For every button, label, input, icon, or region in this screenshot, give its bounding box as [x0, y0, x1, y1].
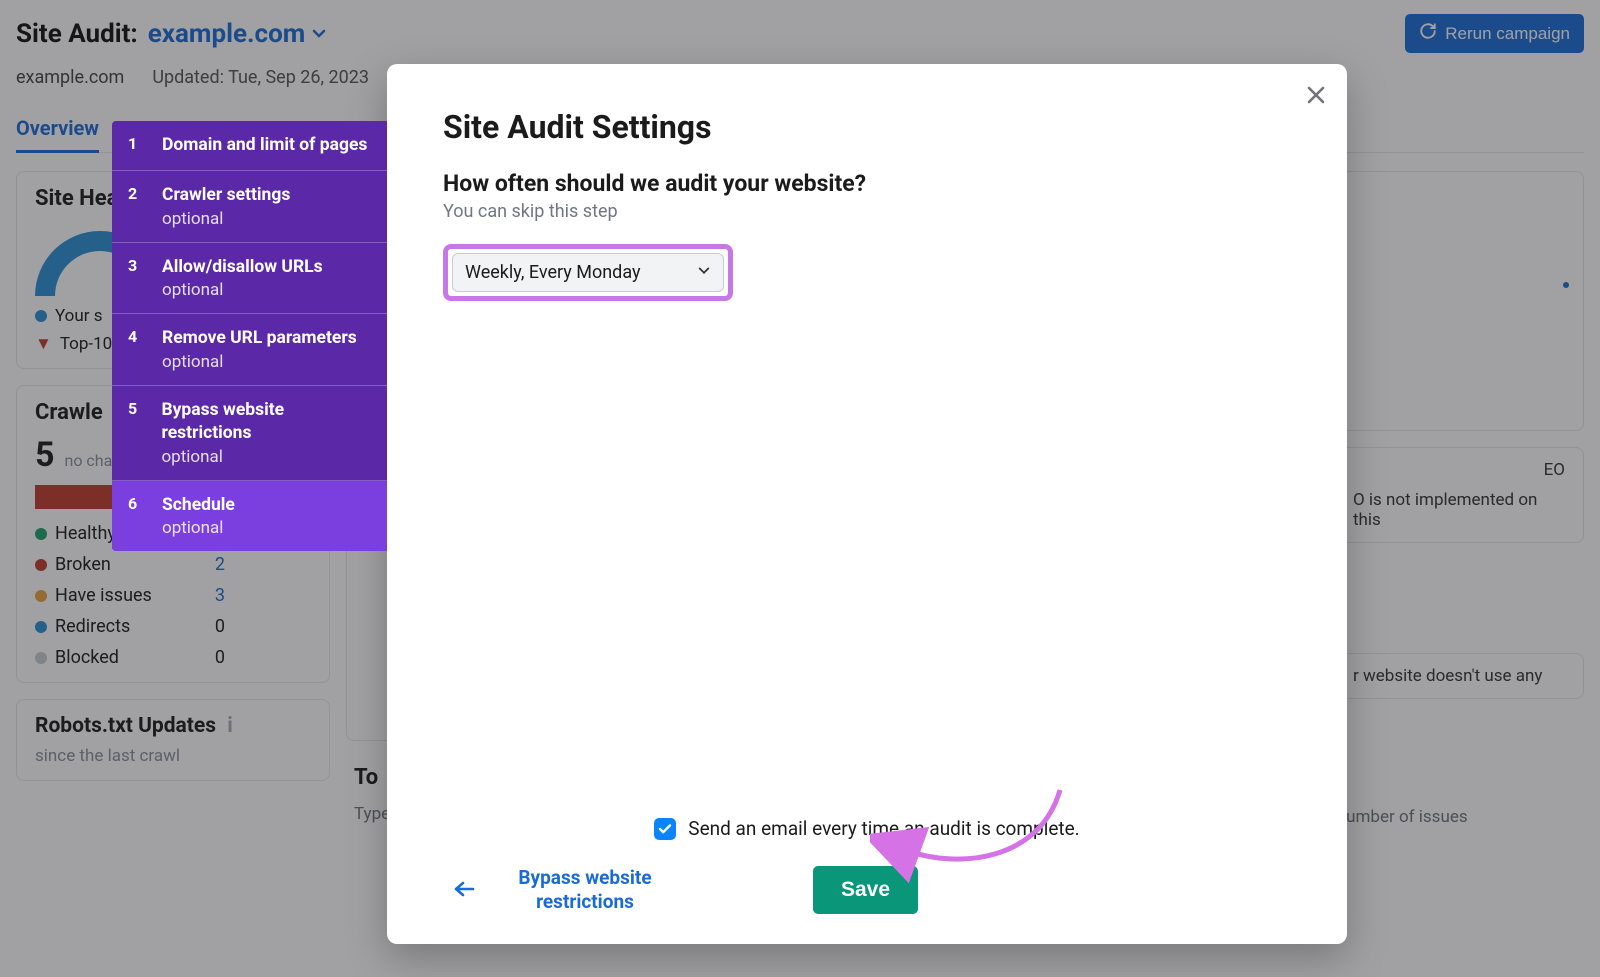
email-label: Send an email every time an audit is com…: [688, 817, 1079, 840]
wizard-step-1[interactable]: 1 Domain and limit of pages: [112, 121, 387, 171]
modal-body: Site Audit Settings How often should we …: [387, 64, 1347, 944]
settings-modal: Site Audit Settings How often should we …: [387, 64, 1347, 944]
wizard-step-3[interactable]: 3 Allow/disallow URLsoptional: [112, 243, 387, 315]
check-icon: [658, 822, 672, 836]
wizard-step-5[interactable]: 5 Bypass website restrictionsoptional: [112, 386, 387, 481]
close-icon: [1305, 84, 1327, 106]
back-label: Bypass website restrictions: [505, 866, 665, 914]
arrow-left-icon: [453, 879, 475, 902]
modal-subtitle: How often should we audit your website?: [443, 170, 1291, 197]
modal-title: Site Audit Settings: [443, 108, 1291, 146]
save-button[interactable]: Save: [813, 866, 918, 914]
close-button[interactable]: [1305, 84, 1327, 106]
footer-actions: Bypass website restrictions Save: [443, 866, 1291, 914]
schedule-value: Weekly, Every Monday: [465, 262, 641, 283]
schedule-select[interactable]: Weekly, Every Monday: [452, 253, 724, 292]
wizard-step-6-active[interactable]: 6 Scheduleoptional: [112, 481, 387, 552]
schedule-select-highlight: Weekly, Every Monday: [443, 244, 733, 301]
wizard-step-2[interactable]: 2 Crawler settingsoptional: [112, 171, 387, 243]
wizard-step-4[interactable]: 4 Remove URL parametersoptional: [112, 314, 387, 386]
email-checkbox[interactable]: [654, 818, 676, 840]
chevron-down-icon: [697, 262, 711, 283]
modal-footer: Send an email every time an audit is com…: [387, 817, 1347, 914]
wizard-sidebar: 1 Domain and limit of pages 2 Crawler se…: [112, 121, 387, 551]
back-link[interactable]: Bypass website restrictions: [453, 866, 665, 914]
email-checkbox-row[interactable]: Send an email every time an audit is com…: [443, 817, 1291, 840]
modal-skip-hint: You can skip this step: [443, 201, 1291, 222]
